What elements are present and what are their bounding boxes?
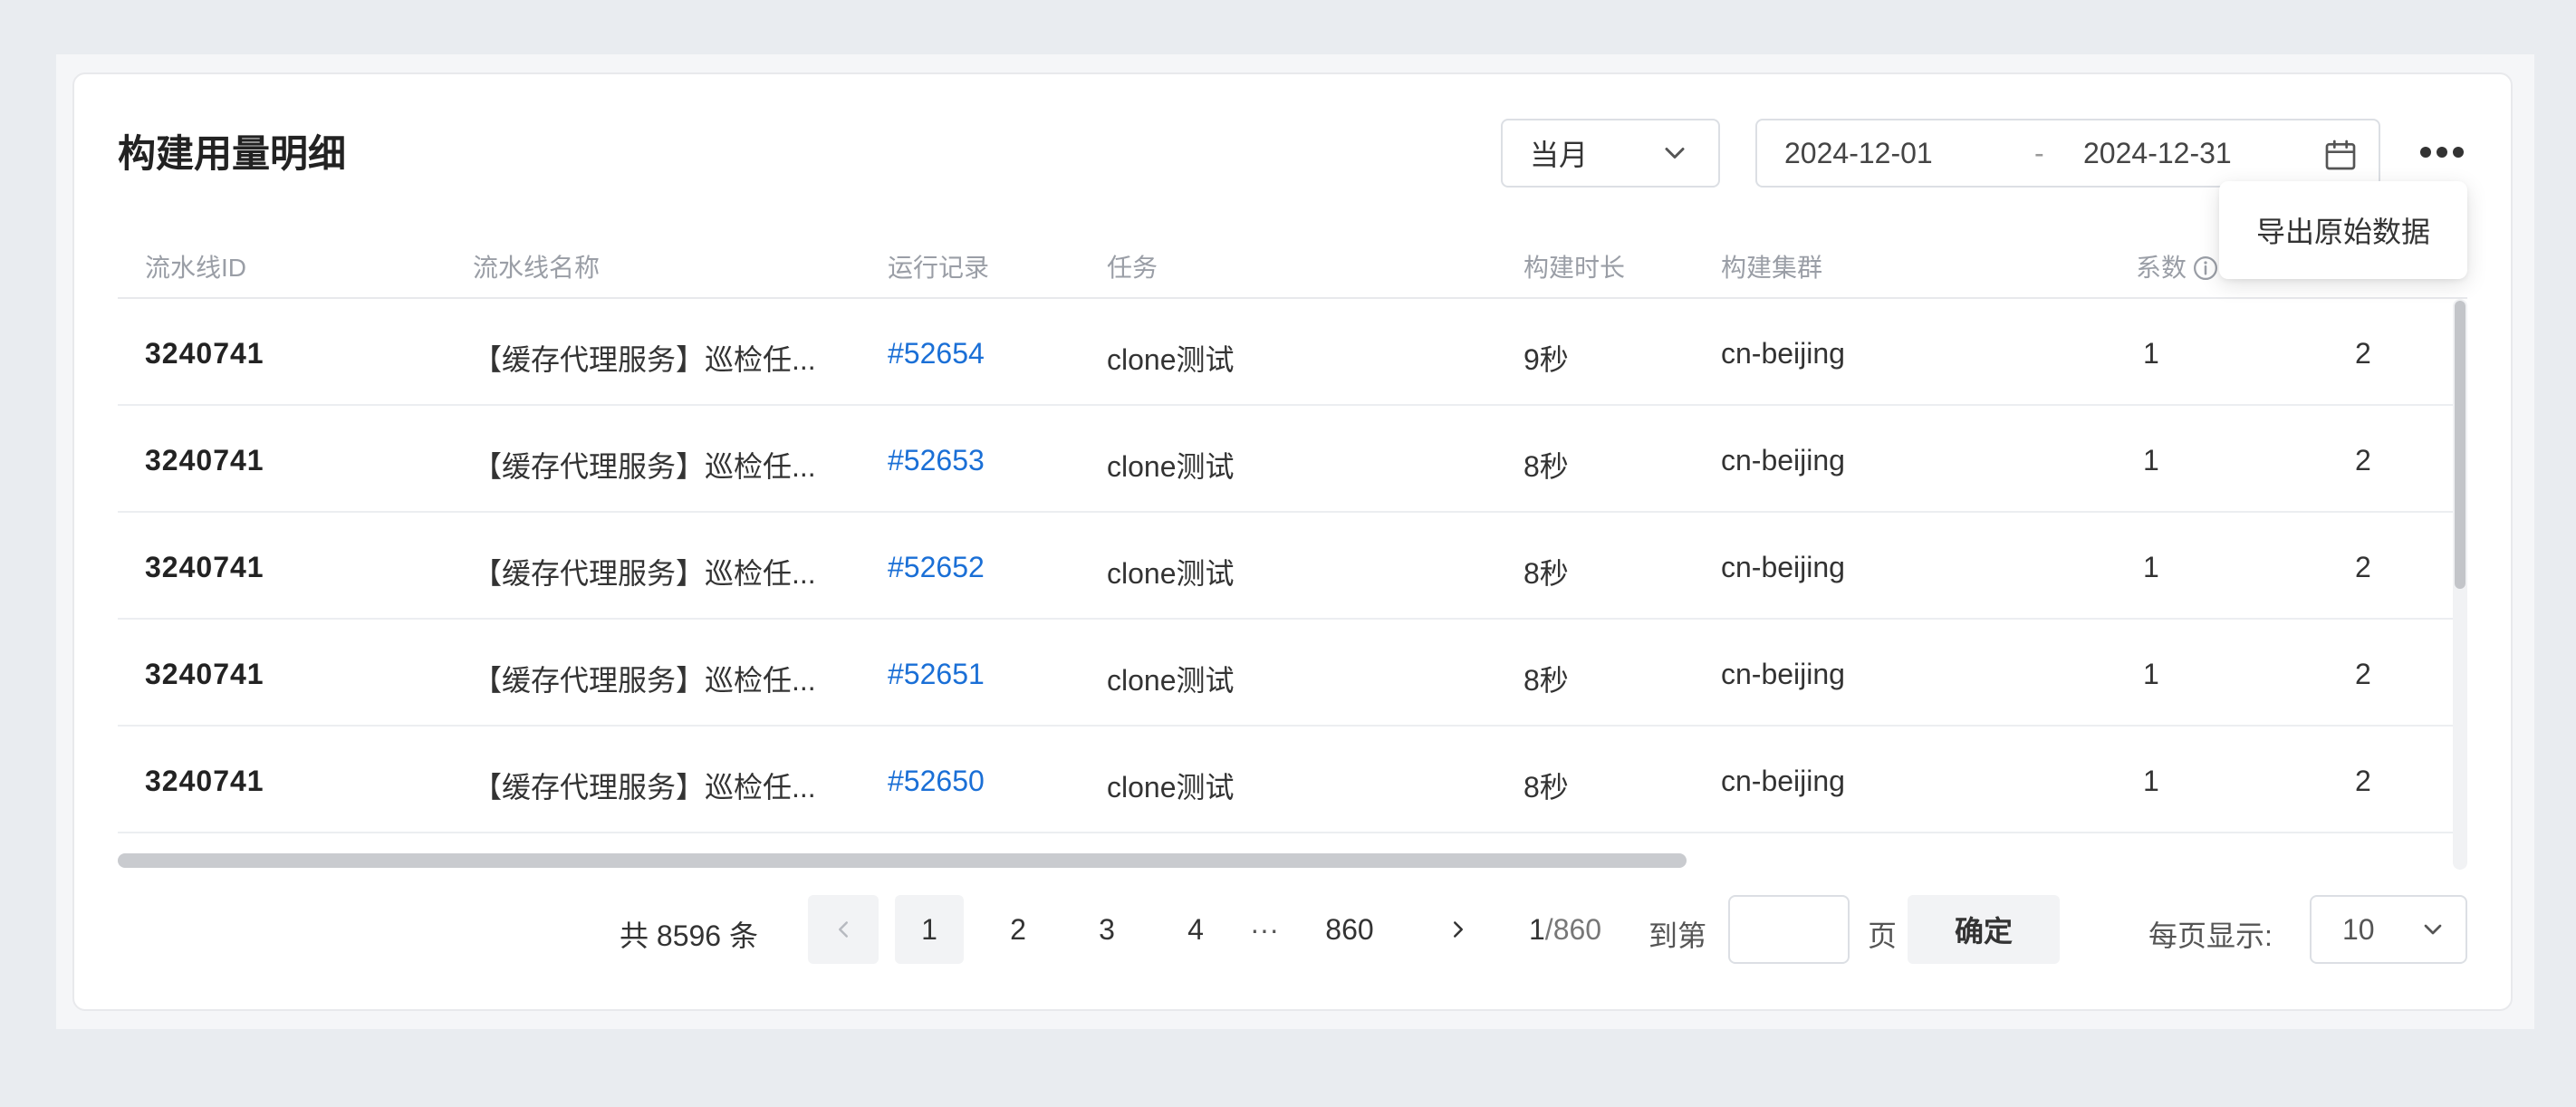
- cell-task: clone测试: [1107, 450, 1235, 483]
- cell-pipeline-id: 3240741: [145, 444, 264, 476]
- horizontal-scrollbar-thumb[interactable]: [118, 853, 1687, 868]
- cell-pipeline-id: 3240741: [145, 551, 264, 583]
- date-end[interactable]: 2024-12-31: [2083, 137, 2232, 170]
- cell-pipeline-name: 【缓存代理服务】巡检任...: [473, 450, 816, 483]
- cell-pipeline-name: 【缓存代理服务】巡检任...: [473, 664, 816, 697]
- next-page-button[interactable]: [1424, 895, 1493, 964]
- cell-pipeline-id: 3240741: [145, 765, 264, 797]
- page-button-1[interactable]: 1: [895, 895, 964, 964]
- cell-pipeline-name: 【缓存代理服务】巡检任...: [473, 343, 816, 376]
- chevron-right-icon: [1454, 921, 1463, 938]
- table-row: 3240741 【缓存代理服务】巡检任... #52652 clone测试 8秒…: [118, 513, 2464, 620]
- run-record-link[interactable]: #52654: [888, 337, 985, 371]
- period-select-value: 当月: [1530, 139, 1589, 171]
- total-count: 共 8596 条: [620, 919, 758, 952]
- cell-coefficient: 1: [2143, 658, 2159, 690]
- cell-pipeline-name: 【缓存代理服务】巡检任...: [473, 557, 816, 590]
- cell-build-cluster: cn-beijing: [1721, 765, 1845, 797]
- cell-build-cluster: cn-beijing: [1721, 337, 1845, 370]
- jump-page-input[interactable]: [1728, 895, 1850, 964]
- current-page-indicator: 1/860: [1529, 913, 1601, 947]
- cell-build-cluster: cn-beijing: [1721, 551, 1845, 583]
- cell-task: clone测试: [1107, 664, 1235, 697]
- cell-task: clone测试: [1107, 557, 1235, 590]
- column-header-build-duration: 构建时长: [1523, 254, 1626, 282]
- run-record-link[interactable]: #52651: [888, 658, 985, 691]
- page-size-select[interactable]: 10: [2310, 895, 2467, 964]
- column-header-run-record: 运行记录: [888, 254, 990, 282]
- cell-extra: 2: [2355, 444, 2371, 476]
- info-icon[interactable]: [2192, 255, 2219, 282]
- current-page: 1: [1529, 913, 1545, 946]
- calendar-icon[interactable]: [2322, 137, 2359, 173]
- cell-pipeline-id: 3240741: [145, 337, 264, 370]
- table-row: 3240741 【缓存代理服务】巡检任... #52651 clone测试 8秒…: [118, 620, 2464, 727]
- date-start[interactable]: 2024-12-01: [1784, 137, 1933, 170]
- chevron-down-icon: [1665, 148, 1685, 159]
- page-title: 构建用量明细: [118, 132, 347, 175]
- run-record-link[interactable]: #52653: [888, 444, 985, 477]
- column-header-build-cluster: 构建集群: [1721, 254, 1823, 282]
- column-header-pipeline-id: 流水线ID: [145, 254, 247, 282]
- cell-build-cluster: cn-beijing: [1721, 658, 1845, 690]
- usage-table: 流水线ID 流水线名称 运行记录 任务 构建时长 构建集群 系数 3240741…: [118, 226, 2467, 870]
- date-range-picker[interactable]: 2024-12-01 - 2024-12-31: [1755, 119, 2380, 188]
- cell-build-duration: 8秒: [1523, 450, 1569, 483]
- column-header-coefficient: 系数: [2136, 248, 2219, 284]
- cell-coefficient: 1: [2143, 765, 2159, 797]
- cell-coefficient: 1: [2143, 444, 2159, 476]
- page-button-4[interactable]: 4: [1161, 895, 1230, 964]
- page-button-2[interactable]: 2: [984, 895, 1053, 964]
- export-raw-data-menu-item[interactable]: 导出原始数据: [2256, 209, 2430, 251]
- cell-build-cluster: cn-beijing: [1721, 444, 1845, 476]
- cell-pipeline-id: 3240741: [145, 658, 264, 690]
- period-select[interactable]: 当月: [1501, 119, 1720, 188]
- cell-task: clone测试: [1107, 343, 1235, 376]
- total-pages: /860: [1544, 913, 1602, 946]
- cell-build-duration: 8秒: [1523, 664, 1569, 697]
- chevron-down-icon: [2424, 924, 2442, 935]
- cell-extra: 2: [2355, 765, 2371, 797]
- vertical-scrollbar-thumb[interactable]: [2455, 301, 2465, 589]
- table-header: 流水线ID 流水线名称 运行记录 任务 构建时长 构建集群 系数: [118, 226, 2467, 299]
- pagination: 共 8596 条 1 2 3 4 ··· 860 1/860 到第 页 确定 每…: [0, 895, 2576, 964]
- page-size-value: 10: [2342, 912, 2375, 946]
- more-options-icon[interactable]: [2417, 134, 2467, 170]
- column-header-coefficient-label: 系数: [2136, 254, 2187, 282]
- jump-suffix: 页: [1868, 919, 1898, 952]
- table-row: 3240741 【缓存代理服务】巡检任... #52654 clone测试 9秒…: [118, 299, 2464, 406]
- page-button-3[interactable]: 3: [1072, 895, 1141, 964]
- column-header-task: 任务: [1107, 254, 1158, 282]
- page-size-label: 每页显示:: [2148, 919, 2273, 952]
- chevron-left-icon: [839, 921, 848, 938]
- confirm-jump-button[interactable]: 确定: [1908, 895, 2060, 964]
- page-ellipsis[interactable]: ···: [1228, 895, 1301, 964]
- cell-extra: 2: [2355, 337, 2371, 370]
- cell-pipeline-name: 【缓存代理服务】巡检任...: [473, 771, 816, 804]
- cell-coefficient: 1: [2143, 551, 2159, 583]
- cell-build-duration: 8秒: [1523, 771, 1569, 804]
- run-record-link[interactable]: #52650: [888, 765, 985, 798]
- jump-label: 到第: [1648, 919, 1707, 952]
- cell-coefficient: 1: [2143, 337, 2159, 370]
- table-row: 3240741 【缓存代理服务】巡检任... #52653 clone测试 8秒…: [118, 406, 2464, 513]
- cell-build-duration: 8秒: [1523, 557, 1569, 590]
- cell-task: clone测试: [1107, 771, 1235, 804]
- run-record-link[interactable]: #52652: [888, 551, 985, 584]
- cell-build-duration: 9秒: [1523, 343, 1569, 376]
- more-options-menu: 导出原始数据: [2219, 181, 2467, 279]
- cell-extra: 2: [2355, 658, 2371, 690]
- column-header-pipeline-name: 流水线名称: [473, 254, 601, 282]
- page-button-860[interactable]: 860: [1304, 895, 1395, 964]
- table-row: 3240741 【缓存代理服务】巡检任... #52650 clone测试 8秒…: [118, 727, 2464, 833]
- cell-extra: 2: [2355, 551, 2371, 583]
- prev-page-button[interactable]: [808, 895, 879, 964]
- date-separator: -: [2034, 136, 2044, 169]
